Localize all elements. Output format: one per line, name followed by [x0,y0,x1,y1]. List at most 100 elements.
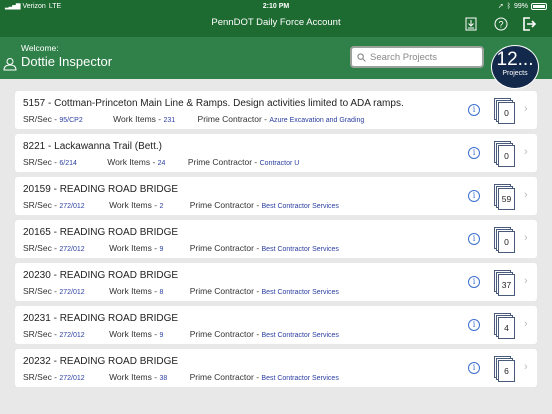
info-icon[interactable]: i [468,190,480,202]
help-button[interactable]: ? [493,16,509,32]
documents-count: 0 [498,145,515,167]
welcome-label: Welcome: [21,43,59,53]
documents-button[interactable]: 6 [494,356,516,382]
srsec-label: SR/Sec - [23,372,60,382]
project-meta: SR/Sec - 95/CP2 Work Items - 231 Prime C… [23,114,364,124]
workitems-label: Work Items - [107,157,158,167]
documents-button[interactable]: 4 [494,313,516,339]
project-meta: SR/Sec - 6/214 Work Items - 24 Prime Con… [23,157,299,167]
srsec-label: SR/Sec - [23,200,60,210]
project-title: 20159 - READING ROAD BRIDGE [23,184,179,195]
chevron-right-icon: › [524,275,528,287]
workitems-value: 2 [159,203,164,210]
location-icon: ➚ [497,3,504,10]
project-row[interactable]: 8221 - Lackawanna Trail (Bett.) SR/Sec -… [15,134,537,172]
workitems-label: Work Items - [109,243,160,253]
person-icon [3,58,17,71]
documents-count: 0 [498,231,515,253]
help-icon: ? [494,17,508,31]
srsec-label: SR/Sec - [23,329,60,339]
carrier-text: Verizon [22,2,46,10]
workitems-value: 231 [163,117,176,124]
srsec-value: 95/CP2 [59,117,83,124]
chevron-right-icon: › [524,232,528,244]
documents-count: 37 [498,274,515,296]
network-text: LTE [48,2,62,10]
workitems-label: Work Items - [113,114,164,124]
chevron-right-icon: › [524,361,528,373]
info-icon[interactable]: i [468,147,480,159]
project-row[interactable]: 5157 - Cottman-Princeton Main Line & Ram… [15,91,537,129]
projects-count-label: Projects [502,70,528,77]
workitems-value: 9 [159,332,164,339]
project-row[interactable]: 20232 - READING ROAD BRIDGE SR/Sec - 272… [15,349,537,387]
project-meta: SR/Sec - 272/012 Work Items - 9 Prime Co… [23,329,339,339]
project-title: 20232 - READING ROAD BRIDGE [23,356,179,367]
info-icon[interactable]: i [468,319,480,331]
battery-percent: 99% [513,2,528,10]
chevron-right-icon: › [524,189,528,201]
project-meta: SR/Sec - 272/012 Work Items - 38 Prime C… [23,372,339,382]
documents-button[interactable]: 0 [494,98,516,124]
chevron-right-icon: › [524,318,528,330]
workitems-label: Work Items - [109,372,160,382]
contractor-value: Best Contractor Services [261,203,339,210]
documents-button[interactable]: 59 [494,184,516,210]
workitems-label: Work Items - [109,286,160,296]
contractor-value: Azure Excavation and Grading [269,117,365,124]
workitems-value: 8 [159,289,164,296]
srsec-value: 6/214 [59,160,77,167]
prime-label: Prime Contractor - [189,200,262,210]
sync-button[interactable] [463,16,479,32]
workitems-value: 9 [159,246,164,253]
workitems-label: Work Items - [109,200,160,210]
srsec-label: SR/Sec - [23,157,60,167]
documents-button[interactable]: 0 [494,227,516,253]
contractor-value: Contractor U [259,160,300,167]
srsec-value: 272/012 [59,289,85,296]
srsec-label: SR/Sec - [23,286,60,296]
workitems-value: 38 [159,375,168,382]
info-icon[interactable]: i [468,233,480,245]
contractor-value: Best Contractor Services [261,289,339,296]
documents-button[interactable]: 0 [494,141,516,167]
documents-count: 6 [498,360,515,382]
chevron-right-icon: › [524,103,528,115]
projects-count-badge[interactable]: 12... Projects [491,45,539,89]
prime-label: Prime Contractor - [189,243,262,253]
project-title: 20165 - READING ROAD BRIDGE [23,227,179,238]
bluetooth-icon: ᛒ [506,2,511,10]
srsec-value: 272/012 [59,246,85,253]
svg-text:?: ? [498,20,503,30]
prime-label: Prime Contractor - [187,157,260,167]
logout-button[interactable] [521,16,537,32]
contractor-value: Best Contractor Services [261,332,339,339]
project-row[interactable]: 20159 - READING ROAD BRIDGE SR/Sec - 272… [15,177,537,215]
prime-label: Prime Contractor - [197,114,270,124]
project-meta: SR/Sec - 272/012 Work Items - 9 Prime Co… [23,243,339,253]
signal-icon: ▂▃▅▇ [5,3,21,10]
search-icon [357,52,366,62]
search-box[interactable] [350,46,484,68]
nav-bar: PennDOT Daily Force Account ? [0,12,552,37]
project-row[interactable]: 20165 - READING ROAD BRIDGE SR/Sec - 272… [15,220,537,258]
srsec-value: 272/012 [59,375,85,382]
project-meta: SR/Sec - 272/012 Work Items - 2 Prime Co… [23,200,339,210]
project-title: 20231 - READING ROAD BRIDGE [23,313,179,324]
documents-button[interactable]: 37 [494,270,516,296]
status-bar: ▂▃▅▇ Verizon LTE 2:10 PM ➚ ᛒ 99% [0,0,552,12]
project-title: 5157 - Cottman-Princeton Main Line & Ram… [23,98,404,109]
project-row[interactable]: 20230 - READING ROAD BRIDGE SR/Sec - 272… [15,263,537,301]
srsec-label: SR/Sec - [23,243,60,253]
user-name: Dottie Inspector [21,54,113,69]
info-icon[interactable]: i [468,276,480,288]
project-row[interactable]: 20231 - READING ROAD BRIDGE SR/Sec - 272… [15,306,537,344]
info-icon[interactable]: i [468,362,480,374]
documents-count: 0 [498,102,515,124]
chevron-right-icon: › [524,146,528,158]
prime-label: Prime Contractor - [189,329,262,339]
srsec-value: 272/012 [59,332,85,339]
search-input[interactable] [370,51,480,63]
info-icon[interactable]: i [468,104,480,116]
battery-icon [531,2,547,10]
